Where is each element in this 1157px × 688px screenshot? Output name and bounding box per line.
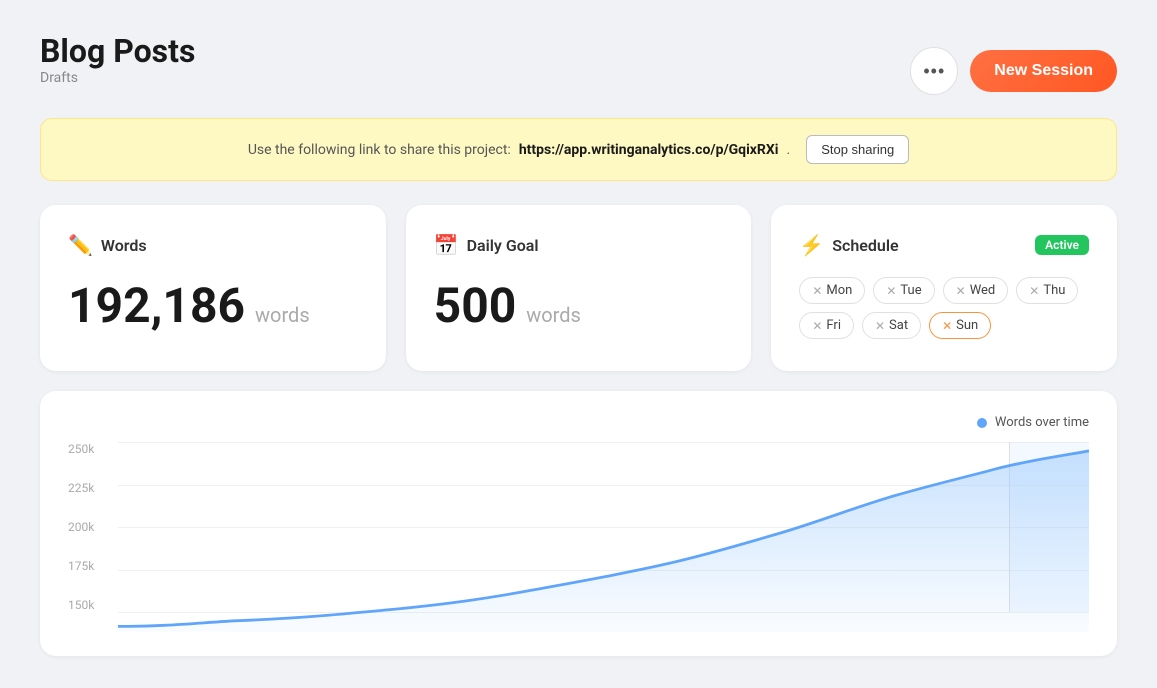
chart-svg	[118, 442, 1089, 632]
more-button[interactable]: •••	[910, 47, 958, 95]
day-x-icon-sun: ✕	[942, 319, 952, 333]
day-label-fri: Fri	[826, 318, 841, 333]
banner-link[interactable]: https://app.writinganalytics.co/p/GqixRX…	[519, 142, 779, 158]
active-badge: Active	[1035, 235, 1089, 255]
cards-row: ✏️ Words 192,186 words 📅 Daily Goal 500 …	[40, 205, 1117, 371]
day-x-icon-mon: ✕	[812, 284, 822, 298]
legend-label: Words over time	[995, 415, 1089, 430]
words-count: 192,186	[68, 277, 245, 334]
day-chip-sat[interactable]: ✕ Sat	[862, 312, 921, 339]
daily-goal-unit: words	[526, 303, 581, 327]
day-x-icon-wed: ✕	[956, 284, 966, 298]
daily-goal-count: 500	[434, 277, 517, 334]
day-chip-sun[interactable]: ✕ Sun	[929, 312, 991, 339]
daily-goal-value-row: 500 words	[434, 277, 724, 334]
chart-y-labels: 250k 225k 200k 175k 150k	[68, 442, 113, 612]
words-card-value-row: 192,186 words	[68, 277, 358, 334]
banner-text-suffix: .	[786, 142, 790, 158]
share-banner: Use the following link to share this pro…	[40, 118, 1117, 181]
chart-area: 250k 225k 200k 175k 150k	[68, 442, 1089, 632]
title-section: Blog Posts Drafts	[40, 32, 195, 110]
daily-goal-label: Daily Goal	[467, 236, 539, 255]
day-chip-thu[interactable]: ✕ Thu	[1016, 277, 1078, 304]
chart-legend: Words over time	[68, 415, 1089, 430]
page-header: Blog Posts Drafts ••• New Session	[40, 32, 1117, 110]
pencil-icon: ✏️	[68, 233, 93, 257]
schedule-label: Schedule	[832, 236, 898, 255]
y-label-150k: 150k	[68, 598, 113, 612]
page-subtitle: Drafts	[40, 70, 195, 86]
header-actions: ••• New Session	[910, 47, 1117, 95]
chart-card: Words over time 250k 225k 200k 175k 150k	[40, 391, 1117, 656]
y-label-200k: 200k	[68, 520, 113, 534]
words-card: ✏️ Words 192,186 words	[40, 205, 386, 371]
y-label-225k: 225k	[68, 481, 113, 495]
calendar-icon: 📅	[434, 233, 459, 257]
y-label-250k: 250k	[68, 442, 113, 456]
words-unit: words	[255, 303, 310, 327]
words-card-label: Words	[101, 236, 147, 255]
legend-dot	[977, 418, 987, 428]
day-label-sat: Sat	[889, 318, 908, 333]
chart-area-fill	[118, 451, 1089, 632]
lightning-icon: ⚡	[799, 233, 824, 257]
day-chip-tue[interactable]: ✕ Tue	[873, 277, 934, 304]
day-chip-mon[interactable]: ✕ Mon	[799, 277, 865, 304]
day-label-sun: Sun	[956, 318, 978, 333]
day-x-icon-sat: ✕	[875, 319, 885, 333]
day-label-thu: Thu	[1043, 283, 1065, 298]
day-chip-wed[interactable]: ✕ Wed	[943, 277, 1009, 304]
schedule-header-left: ⚡ Schedule	[799, 233, 898, 257]
schedule-card: ⚡ Schedule Active ✕ Mon ✕ Tue ✕ Wed ✕ Th…	[771, 205, 1117, 371]
day-label-wed: Wed	[970, 283, 996, 298]
new-session-button[interactable]: New Session	[970, 50, 1117, 92]
day-label-tue: Tue	[900, 283, 921, 298]
stop-sharing-button[interactable]: Stop sharing	[806, 135, 909, 164]
schedule-days: ✕ Mon ✕ Tue ✕ Wed ✕ Thu ✕ Fri ✕ Sat	[799, 277, 1089, 339]
day-chip-fri[interactable]: ✕ Fri	[799, 312, 854, 339]
y-label-175k: 175k	[68, 559, 113, 573]
page-title: Blog Posts	[40, 32, 195, 70]
daily-goal-card-header: 📅 Daily Goal	[434, 233, 724, 257]
banner-text-prefix: Use the following link to share this pro…	[248, 142, 511, 158]
daily-goal-card: 📅 Daily Goal 500 words	[406, 205, 752, 371]
day-x-icon-thu: ✕	[1029, 284, 1039, 298]
schedule-card-header: ⚡ Schedule Active	[799, 233, 1089, 257]
day-label-mon: Mon	[826, 283, 852, 298]
words-card-header: ✏️ Words	[68, 233, 358, 257]
day-x-icon-fri: ✕	[812, 319, 822, 333]
day-x-icon-tue: ✕	[886, 284, 896, 298]
